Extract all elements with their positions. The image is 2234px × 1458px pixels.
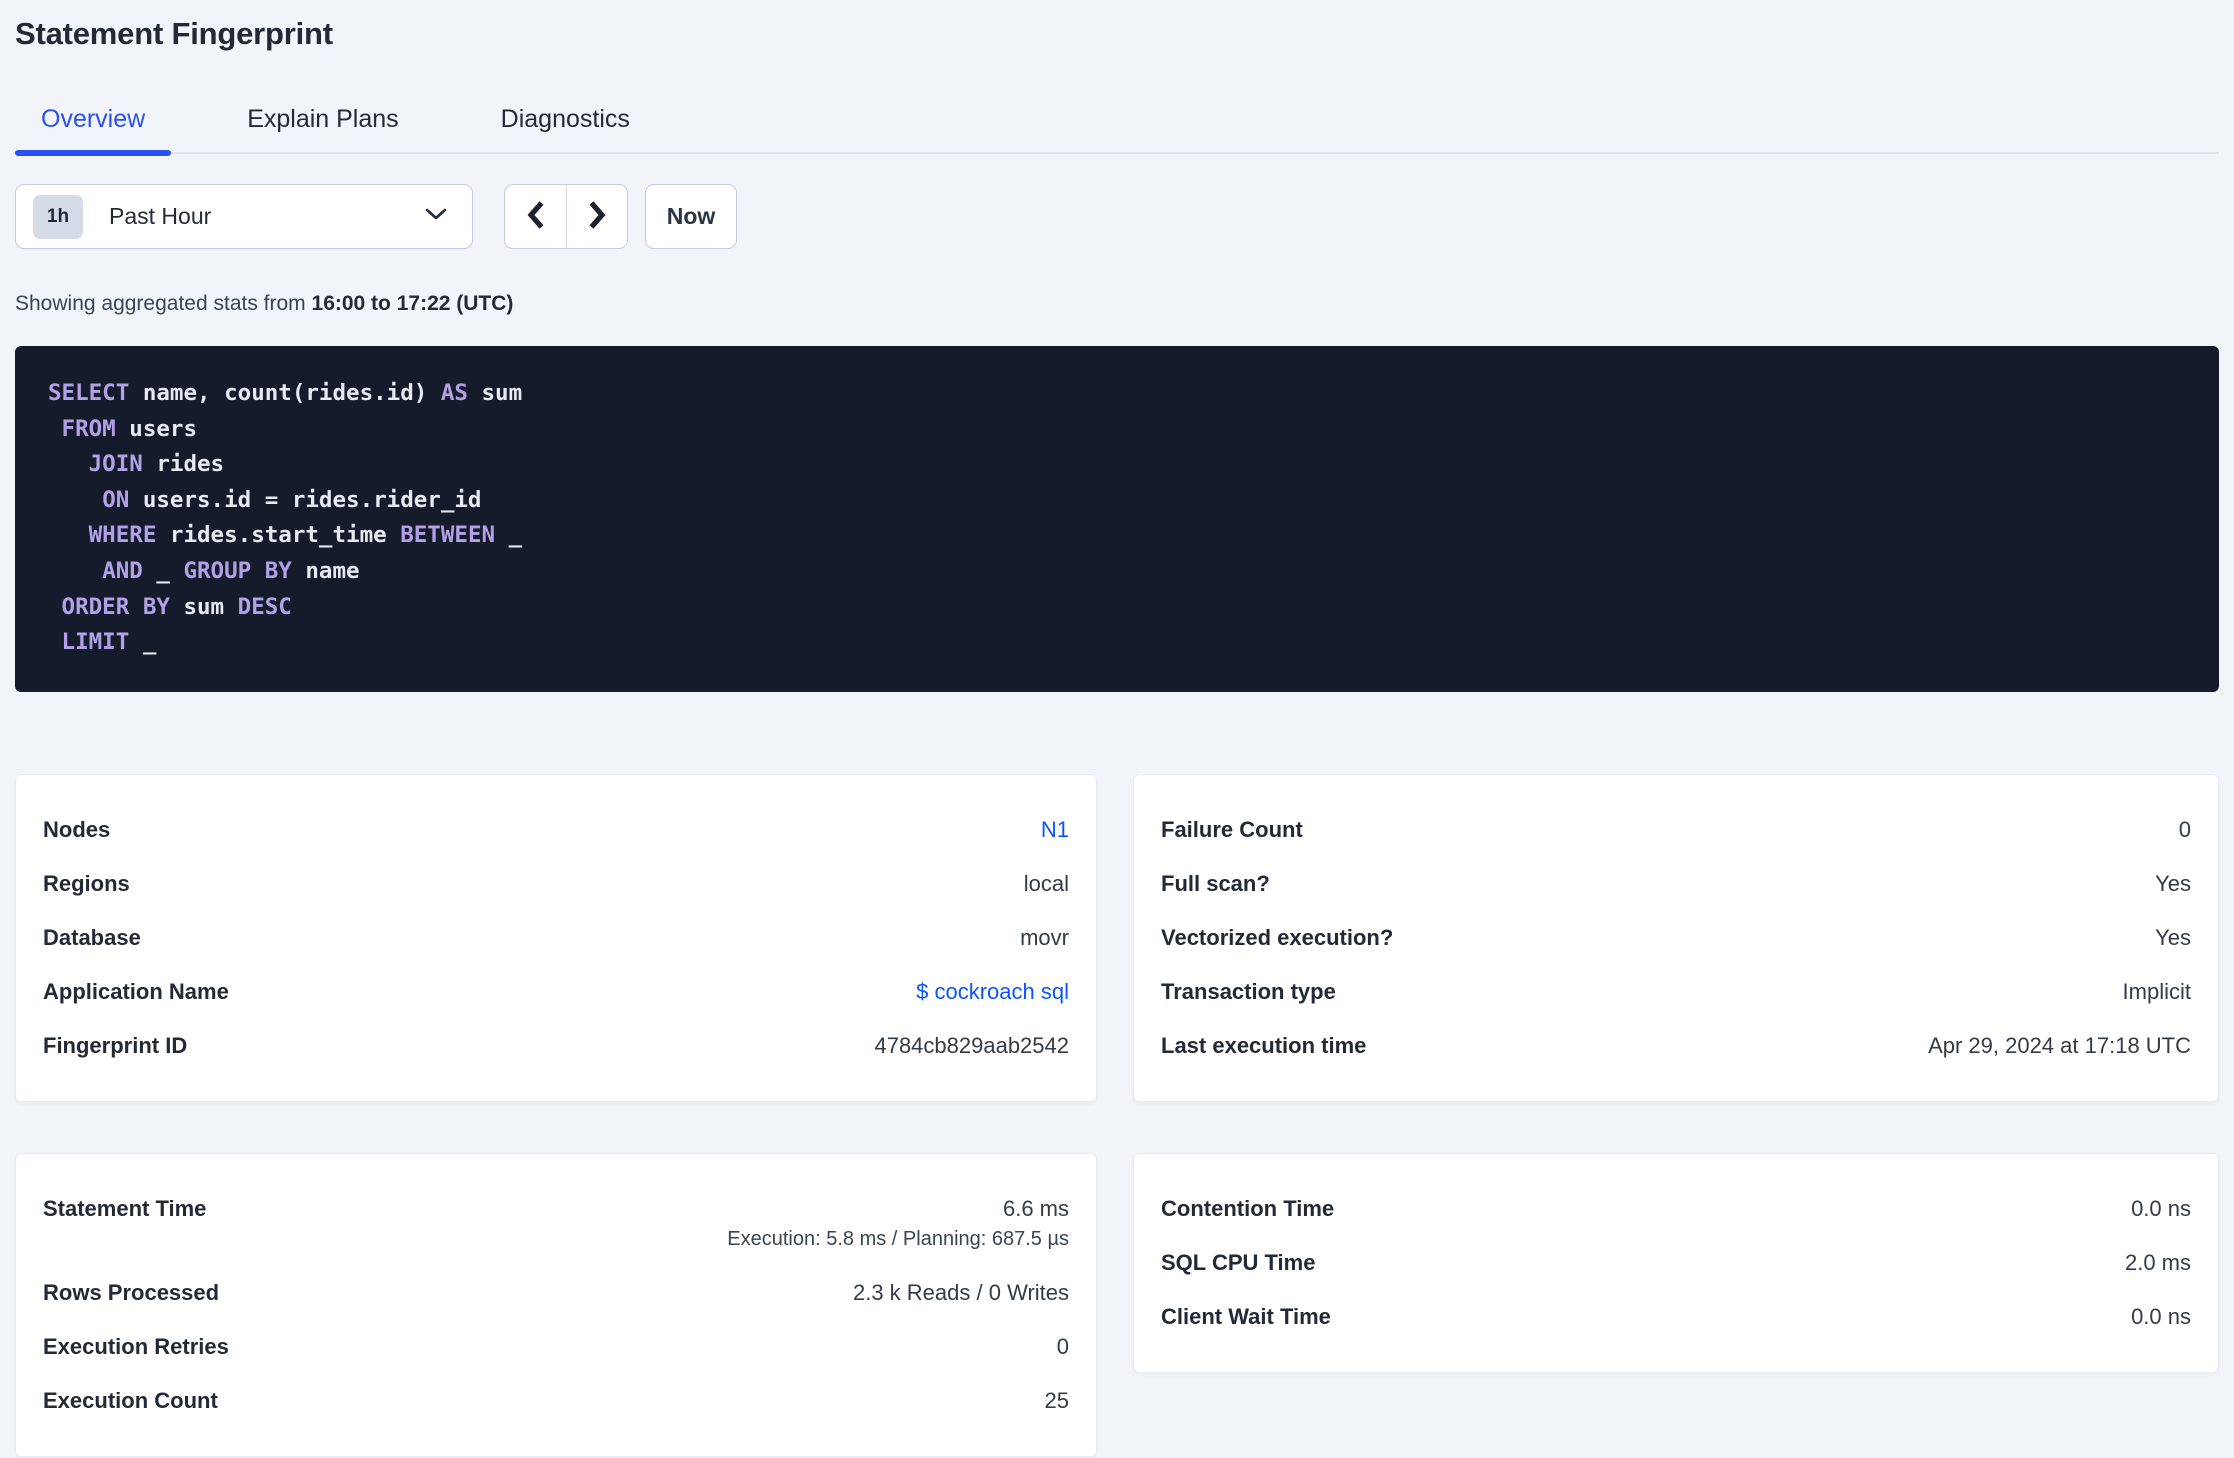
previous-time-button[interactable] [504, 184, 566, 249]
next-time-button[interactable] [566, 184, 628, 249]
stat-label: Database [43, 925, 141, 950]
stat-row: Vectorized execution? Yes [1161, 911, 2191, 965]
tab-label: Overview [41, 105, 146, 133]
stat-row: Execution Retries 0 [43, 1320, 1069, 1374]
sql-line: JOIN rides [88, 451, 225, 478]
stat-label: Transaction type [1161, 979, 1336, 1004]
stat-value: Yes [2155, 925, 2191, 950]
stat-row: Transaction type Implicit [1161, 965, 2191, 1019]
stat-value: Implicit [2122, 979, 2191, 1004]
stat-value: Yes [2155, 871, 2191, 896]
tab-overview[interactable]: Overview [15, 105, 172, 156]
stat-row: Contention Time 0.0 ns [1161, 1182, 2191, 1236]
stat-row: Database movr [43, 911, 1069, 965]
timing-stats-card: Contention Time 0.0 ns SQL CPU Time 2.0 ms C… [1133, 1153, 2219, 1373]
stat-subvalue: Execution: 5.8 ms / Planning: 687.5 µs [727, 1228, 1069, 1250]
summary-cards-top-row: Nodes N1 Regions local Database movr Applicati… [15, 774, 2219, 1102]
stat-value: 2.3 k Reads / 0 Writes [852, 1280, 1069, 1305]
aggregation-note-range: 16:00 to 17:22 (UTC) [311, 292, 514, 315]
stat-value: 0 [2178, 817, 2191, 842]
time-range-label: Past Hour [109, 203, 212, 229]
stat-row: Nodes N1 [43, 803, 1069, 857]
execution-attributes-card: Failure Count 0 Full scan? Yes Vectorized ex… [1133, 774, 2219, 1102]
chevron-left-icon [525, 199, 547, 234]
aggregation-note-prefix: Showing aggregated stats from [15, 292, 306, 315]
stat-label: Nodes [43, 817, 111, 842]
statement-fingerprint-page: Statement Fingerprint Overview Explain Pl… [15, 0, 2219, 1457]
time-range-badge: 1h [33, 194, 83, 239]
stat-value: 4784cb829aab2542 [874, 1033, 1069, 1058]
stat-label: Vectorized execution? [1161, 925, 1394, 950]
stat-row: SQL CPU Time 2.0 ms [1161, 1236, 2191, 1290]
stat-label: Regions [43, 871, 130, 896]
stat-row: Last execution time Apr 29, 2024 at 17:18… [1161, 1019, 2191, 1073]
tab-bar: Overview Explain Plans Diagnostics [15, 105, 2219, 156]
sql-line: ORDER BY sum DESC [61, 593, 292, 620]
stat-row: Failure Count 0 [1161, 803, 2191, 857]
stat-label: Client Wait Time [1161, 1304, 1331, 1329]
stat-label: Rows Processed [43, 1280, 220, 1305]
tab-label: Explain Plans [247, 105, 399, 133]
stat-label: Last execution time [1161, 1033, 1367, 1058]
tab-diagnostics[interactable]: Diagnostics [475, 107, 656, 152]
overview-details-card: Nodes N1 Regions local Database movr Applicati… [15, 774, 1097, 1102]
tab-explain-plans[interactable]: Explain Plans [221, 107, 424, 152]
stat-label: Application Name [43, 979, 229, 1004]
stat-value: 25 [1044, 1388, 1069, 1413]
stat-label: Fingerprint ID [43, 1033, 188, 1058]
chevron-right-icon [586, 199, 608, 234]
time-controls-row: 1h Past Hour Now [15, 184, 2219, 249]
stat-row: Fingerprint ID 4784cb829aab2542 [43, 1019, 1069, 1073]
stat-row: Application Name $ cockroach sql [43, 965, 1069, 1019]
stat-row: Statement Time 6.6 ms Execution: 5.8 ms / … [43, 1182, 1069, 1266]
sql-line: WHERE rides.start_time BETWEEN _ [88, 522, 523, 549]
stat-value: 0.0 ns [2131, 1196, 2191, 1221]
stat-label: Execution Count [43, 1388, 218, 1413]
stat-row: Rows Processed 2.3 k Reads / 0 Writes [43, 1266, 1069, 1320]
summary-cards-bottom-row: Statement Time 6.6 ms Execution: 5.8 ms / … [15, 1153, 2219, 1457]
stat-row: Regions local [43, 857, 1069, 911]
stat-value: local [1023, 871, 1069, 896]
stat-value: movr [1020, 925, 1069, 950]
chevron-down-icon [424, 207, 448, 226]
time-step-group [504, 184, 628, 249]
stat-value: 2.0 ms [2124, 1250, 2191, 1275]
stat-label: Statement Time [43, 1196, 207, 1221]
stat-label: Execution Retries [43, 1334, 229, 1359]
stat-value-link[interactable]: N1 [1041, 817, 1069, 842]
sql-statement-box: SELECT name, count(rides.id) AS sum FROM… [15, 346, 2219, 692]
stat-label: Failure Count [1161, 817, 1303, 842]
stat-value: 6.6 ms [1002, 1196, 1069, 1221]
stat-label: Full scan? [1161, 871, 1270, 896]
stat-row: Execution Count 25 [43, 1374, 1069, 1428]
now-button[interactable]: Now [645, 184, 737, 249]
stat-row: Full scan? Yes [1161, 857, 2191, 911]
sql-line: FROM users [61, 415, 198, 442]
sql-line: LIMIT _ [61, 629, 157, 656]
time-range-picker[interactable]: 1h Past Hour [15, 184, 473, 249]
stat-value: 0 [1056, 1334, 1069, 1359]
statement-stats-card: Statement Time 6.6 ms Execution: 5.8 ms / … [15, 1153, 1097, 1457]
sql-line: AND _ GROUP BY name [102, 557, 360, 584]
aggregation-note: Showing aggregated stats from 16:00 to 1… [15, 293, 2219, 315]
stat-row: Client Wait Time 0.0 ns [1161, 1290, 2191, 1344]
stat-label: SQL CPU Time [1161, 1250, 1316, 1275]
stat-value: 0.0 ns [2131, 1304, 2191, 1329]
page-title: Statement Fingerprint [15, 16, 333, 51]
stat-label: Contention Time [1161, 1196, 1335, 1221]
stat-value: Apr 29, 2024 at 17:18 UTC [1928, 1033, 2191, 1058]
sql-line: ON users.id = rides.rider_id [102, 486, 482, 513]
sql-line: SELECT name, count(rides.id) AS sum [48, 380, 523, 406]
tab-label: Diagnostics [500, 105, 630, 133]
stat-value-link[interactable]: $ cockroach sql [916, 979, 1069, 1004]
